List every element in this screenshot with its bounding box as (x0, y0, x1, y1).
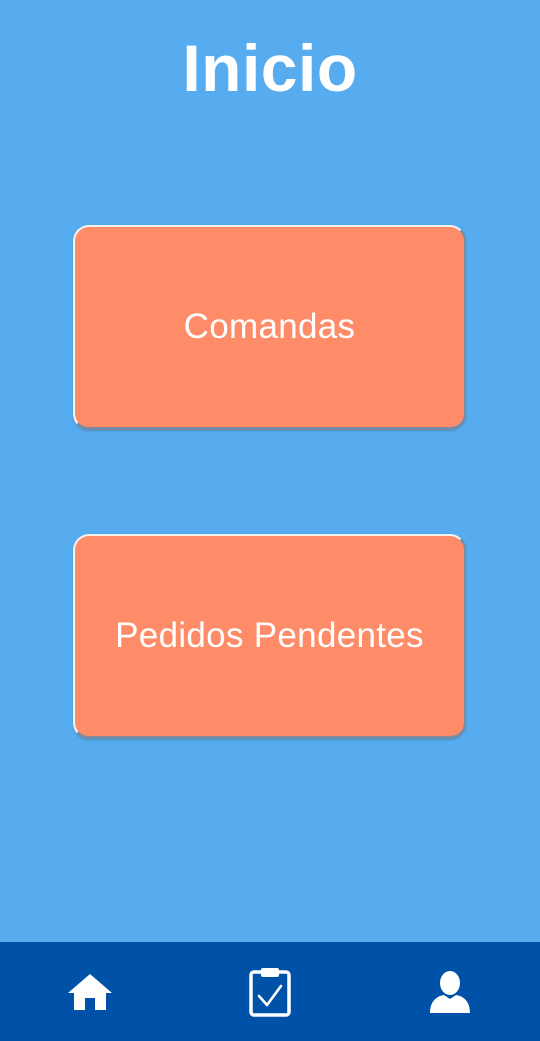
nav-item-home[interactable] (45, 942, 135, 1041)
nav-item-orders[interactable] (225, 942, 315, 1041)
comandas-button-label: Comandas (183, 307, 356, 346)
home-icon (68, 973, 112, 1010)
comandas-button[interactable]: Comandas (73, 225, 466, 430)
clipboard-check-icon (249, 967, 291, 1017)
pedidos-pendentes-button[interactable]: Pedidos Pendentes (73, 534, 466, 739)
pedidos-pendentes-button-label: Pedidos Pendentes (115, 616, 424, 655)
home-screen: Inicio Comandas Pedidos Pendentes (0, 0, 540, 1041)
nav-item-profile[interactable] (405, 942, 495, 1041)
bottom-navigation-bar (0, 942, 540, 1041)
page-title: Inicio (182, 31, 358, 105)
user-icon (430, 970, 470, 1013)
